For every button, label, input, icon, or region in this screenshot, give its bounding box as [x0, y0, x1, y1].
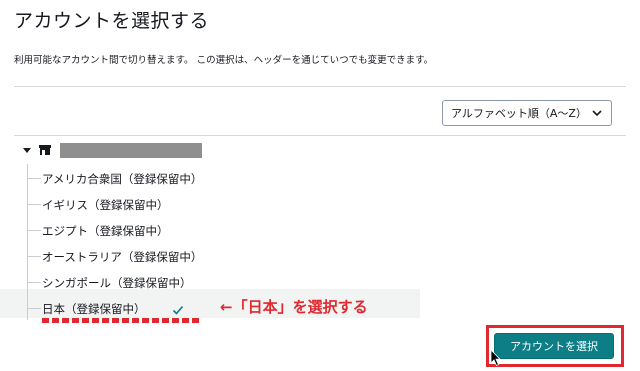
tree-branch	[27, 282, 41, 283]
sort-select[interactable]: アルファベット順（A〜Z）	[442, 100, 612, 126]
account-item-singapore[interactable]: シンガポール（登録保留中）	[42, 270, 192, 295]
checkmark-icon	[172, 305, 184, 315]
chevron-down-icon	[592, 110, 602, 117]
select-account-button[interactable]: アカウントを選択	[494, 333, 614, 359]
account-item-usa[interactable]: アメリカ合衆国（登録保留中）	[42, 166, 202, 191]
page-title: アカウントを選択する	[14, 10, 210, 32]
divider	[14, 135, 626, 136]
tree-branch	[27, 204, 41, 205]
caret-down-icon[interactable]	[22, 145, 32, 155]
store-icon	[39, 145, 51, 155]
tree-branch	[27, 256, 41, 257]
redacted-account-name	[60, 143, 202, 158]
account-item-egypt[interactable]: エジプト（登録保留中）	[42, 218, 169, 243]
sort-select-value: アルファベット順（A〜Z）	[451, 107, 587, 120]
account-item-australia[interactable]: オーストラリア（登録保留中）	[42, 244, 202, 269]
tree-branch	[27, 308, 41, 309]
tree-branch	[27, 230, 41, 231]
annotation-text: ←「日本」を選択する	[220, 298, 368, 316]
tree-branch	[27, 178, 41, 179]
mouse-cursor-icon	[490, 349, 501, 367]
divider	[14, 86, 626, 87]
page-description: 利用可能なアカウント間で切り替えます。 この選択は、ヘッダーを通じていつでも変更…	[14, 55, 434, 66]
annotation-underline	[42, 318, 200, 323]
account-item-uk[interactable]: イギリス（登録保留中）	[42, 192, 169, 217]
tree-line	[27, 164, 28, 320]
